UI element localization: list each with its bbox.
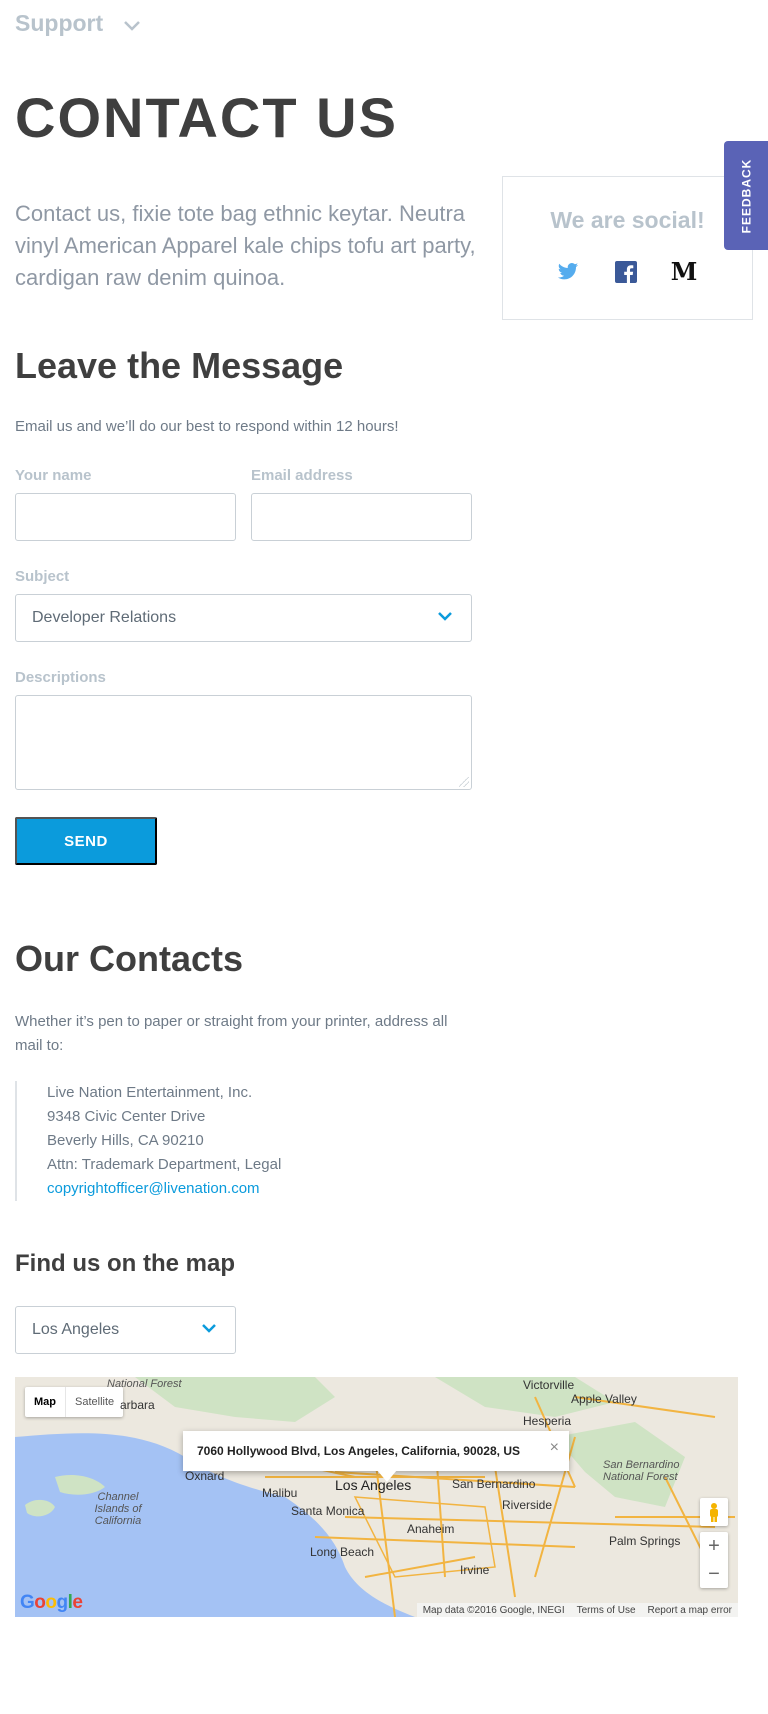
map-section-title: Find us on the map <box>15 1250 235 1277</box>
address-line: Attn: Trademark Department, Legal <box>47 1156 282 1173</box>
zoom-in-button[interactable]: + <box>700 1532 728 1560</box>
map-place-label: San Bernardino National Forest <box>603 1459 680 1483</box>
page-title: CONTACT US <box>15 86 398 149</box>
mailing-address: Live Nation Entertainment, Inc. 9348 Civ… <box>15 1081 281 1201</box>
message-section-title: Leave the Message <box>15 345 344 386</box>
chevron-down-icon <box>124 20 141 31</box>
address-line: 9348 Civic Center Drive <box>47 1108 206 1125</box>
description-textarea[interactable] <box>15 695 472 790</box>
feedback-tab[interactable]: FEEDBACK <box>724 141 768 250</box>
map-place-label: Long Beach <box>310 1545 375 1559</box>
subject-select[interactable]: Developer Relations <box>15 594 472 642</box>
city-select[interactable]: Los Angeles <box>15 1306 236 1354</box>
info-window-address: 7060 Hollywood Blvd, Los Angeles, Califo… <box>197 1444 520 1458</box>
map-place-label: Victorville <box>523 1378 575 1392</box>
map-place-label: Riverside <box>502 1498 553 1512</box>
google-map[interactable]: Map Satellite National Forest arbara Vic… <box>15 1377 738 1617</box>
city-value: Los Angeles <box>32 1321 120 1338</box>
map-place-label: arbara <box>120 1398 155 1412</box>
chevron-down-icon <box>438 612 452 621</box>
message-section-subtitle: Email us and we’ll do our best to respon… <box>15 418 399 435</box>
name-label: Your name <box>15 467 92 484</box>
map-type-tabs: Map Satellite <box>25 1387 124 1417</box>
map-place-label: Los Angeles <box>335 1477 412 1493</box>
terms-of-use-link[interactable]: Terms of Use <box>577 1605 636 1616</box>
support-dropdown[interactable]: Support <box>15 10 141 37</box>
social-title: We are social! <box>550 207 705 233</box>
support-label: Support <box>15 10 104 36</box>
map-footer: Map data ©2016 Google, INEGI Terms of Us… <box>416 1603 738 1617</box>
map-place-label: Hesperia <box>523 1414 572 1428</box>
pegman-icon[interactable] <box>700 1498 728 1526</box>
description-label: Descriptions <box>15 669 106 686</box>
address-line: Beverly Hills, CA 90210 <box>47 1132 204 1149</box>
chevron-down-icon <box>202 1324 216 1333</box>
intro-text: Contact us, fixie tote bag ethnic keytar… <box>15 201 476 290</box>
contact-email-link[interactable]: copyrightofficer@livenation.com <box>47 1177 281 1201</box>
map-place-label: Apple Valley <box>571 1392 637 1406</box>
social-box: We are social! M <box>502 176 753 320</box>
contacts-section-title: Our Contacts <box>15 938 244 979</box>
map-place-label: Irvine <box>460 1563 490 1577</box>
subject-value: Developer Relations <box>32 609 177 626</box>
address-line: Live Nation Entertainment, Inc. <box>47 1084 253 1101</box>
zoom-out-button[interactable]: − <box>700 1560 728 1588</box>
medium-icon[interactable]: M <box>670 257 698 286</box>
feedback-label: FEEDBACK <box>739 158 754 233</box>
map-info-window: 7060 Hollywood Blvd, Los Angeles, Califo… <box>183 1431 569 1471</box>
close-icon[interactable]: × <box>550 1439 559 1457</box>
info-window-tail <box>377 1470 397 1482</box>
resize-grip-icon[interactable] <box>459 777 469 787</box>
contacts-subtitle: Whether it’s pen to paper or straight fr… <box>15 1013 448 1054</box>
map-place-label: Malibu <box>262 1486 298 1500</box>
report-map-error-link[interactable]: Report a map error <box>648 1605 732 1616</box>
twitter-icon[interactable] <box>557 261 579 283</box>
map-place-label: Palm Springs <box>609 1534 681 1548</box>
social-icons: M <box>557 257 698 286</box>
map-place-label: San Bernardino <box>452 1477 536 1491</box>
facebook-icon[interactable] <box>615 261 637 283</box>
medium-glyph: M <box>670 257 698 286</box>
map-place-label: Santa Monica <box>291 1504 365 1518</box>
map-tab[interactable]: Map <box>25 1387 66 1417</box>
send-button[interactable]: SEND <box>15 817 157 865</box>
name-input[interactable] <box>15 493 236 541</box>
zoom-control: + − <box>700 1532 728 1588</box>
subject-label: Subject <box>15 568 70 585</box>
google-logo: Google <box>20 1592 83 1613</box>
map-place-label: Channel Islands of California <box>94 1491 142 1527</box>
map-place-label: Anaheim <box>407 1522 455 1536</box>
map-data-attribution: Map data ©2016 Google, INEGI <box>422 1604 565 1616</box>
satellite-tab[interactable]: Satellite <box>66 1387 123 1417</box>
email-label: Email address <box>251 467 353 484</box>
email-input[interactable] <box>251 493 472 541</box>
map-place-label: National Forest <box>107 1378 182 1390</box>
map-place-label: Oxnard <box>185 1469 225 1483</box>
